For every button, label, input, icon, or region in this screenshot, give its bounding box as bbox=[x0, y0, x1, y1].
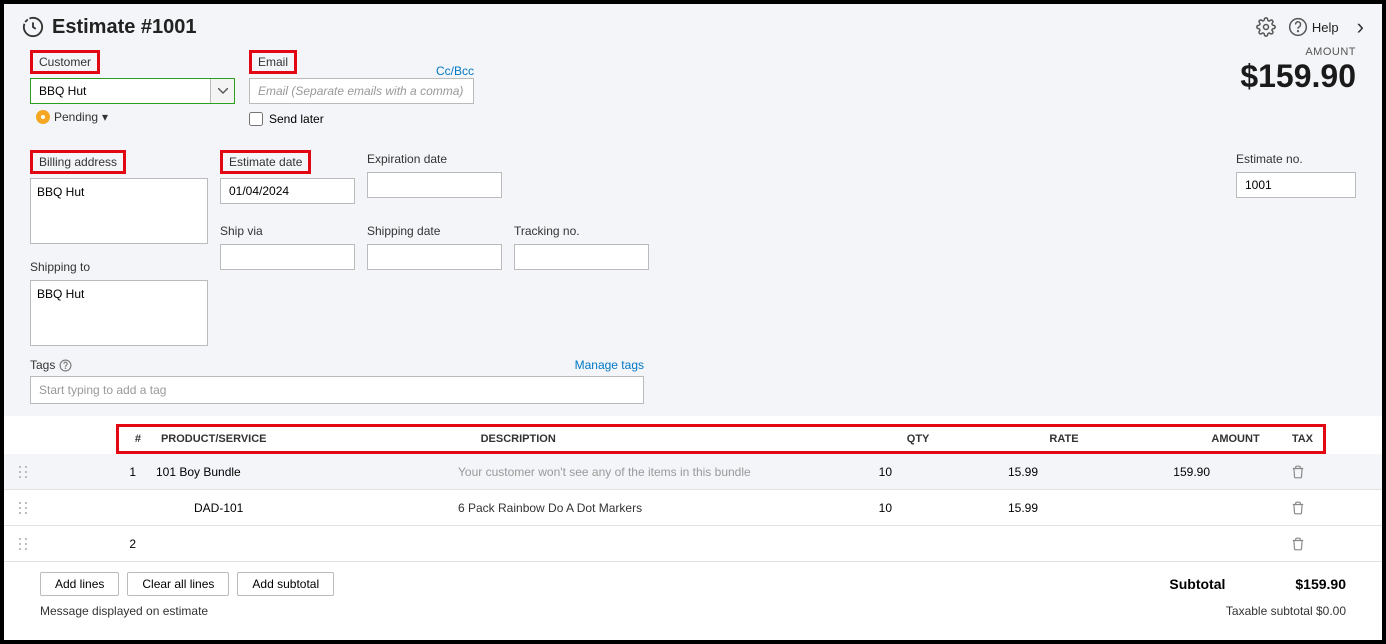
clear-all-lines-button[interactable]: Clear all lines bbox=[127, 572, 229, 596]
gear-icon bbox=[1256, 17, 1276, 37]
help-label: Help bbox=[1312, 20, 1339, 35]
delete-row-button[interactable] bbox=[1278, 465, 1318, 479]
caret-down-icon: ▾ bbox=[102, 110, 108, 124]
drag-handle[interactable] bbox=[4, 465, 42, 479]
shipping-date-label: Shipping date bbox=[367, 222, 502, 240]
tags-input[interactable] bbox=[30, 376, 644, 404]
tracking-no-input[interactable] bbox=[514, 244, 649, 270]
taxable-label: Taxable subtotal bbox=[1226, 604, 1313, 618]
customer-label: Customer bbox=[30, 50, 100, 74]
manage-tags-link[interactable]: Manage tags bbox=[575, 358, 644, 372]
shipping-to-input[interactable] bbox=[30, 280, 208, 346]
delete-row-button[interactable] bbox=[1278, 501, 1318, 515]
message-label: Message displayed on estimate bbox=[40, 604, 208, 618]
email-label: Email bbox=[249, 50, 297, 74]
row-num: 1 bbox=[42, 465, 148, 479]
shipping-date-input[interactable] bbox=[367, 244, 502, 270]
send-later-checkbox[interactable] bbox=[249, 112, 263, 126]
subtotal-label: Subtotal bbox=[1169, 576, 1225, 592]
send-later-label: Send later bbox=[269, 112, 324, 126]
amount-value: $159.90 bbox=[1240, 58, 1356, 95]
amount-label: AMOUNT bbox=[1240, 46, 1356, 58]
col-rate: RATE bbox=[939, 427, 1088, 451]
row-product[interactable]: DAD-101 bbox=[148, 501, 458, 515]
question-icon bbox=[1288, 17, 1308, 37]
help-button[interactable]: Help bbox=[1288, 17, 1339, 37]
col-product: PRODUCT/SERVICE bbox=[151, 427, 471, 451]
add-lines-button[interactable]: Add lines bbox=[40, 572, 119, 596]
chevron-right-icon[interactable]: › bbox=[1357, 14, 1364, 40]
col-num: # bbox=[119, 427, 151, 451]
estimate-no-input[interactable] bbox=[1236, 172, 1356, 198]
ship-via-input[interactable] bbox=[220, 244, 355, 270]
table-row[interactable]: 1101 Boy BundleYour customer won't see a… bbox=[4, 454, 1382, 490]
help-icon[interactable] bbox=[59, 359, 72, 372]
col-description: DESCRIPTION bbox=[471, 427, 791, 451]
row-rate[interactable]: 15.99 bbox=[904, 465, 1050, 479]
expiration-date-label: Expiration date bbox=[367, 150, 502, 168]
row-amount: 159.90 bbox=[1050, 465, 1222, 479]
chevron-down-icon bbox=[218, 88, 228, 94]
status-badge[interactable]: Pending ▾ bbox=[36, 110, 108, 124]
row-qty[interactable]: 10 bbox=[764, 501, 904, 515]
ccbcc-link[interactable]: Cc/Bcc bbox=[436, 64, 474, 78]
customer-dropdown-button[interactable] bbox=[210, 79, 234, 103]
row-rate[interactable]: 15.99 bbox=[904, 501, 1050, 515]
customer-input[interactable] bbox=[31, 79, 210, 103]
billing-label: Billing address bbox=[30, 150, 126, 174]
estimate-date-label: Estimate date bbox=[220, 150, 311, 174]
email-input[interactable] bbox=[249, 78, 474, 104]
status-label: Pending bbox=[54, 110, 98, 124]
ship-via-label: Ship via bbox=[220, 222, 355, 240]
tags-label: Tags bbox=[30, 358, 55, 372]
history-icon[interactable] bbox=[22, 16, 44, 38]
settings-button[interactable] bbox=[1256, 17, 1276, 37]
add-subtotal-button[interactable]: Add subtotal bbox=[237, 572, 334, 596]
estimate-date-input[interactable] bbox=[220, 178, 355, 204]
row-qty[interactable]: 10 bbox=[764, 465, 904, 479]
col-qty: QTY bbox=[790, 427, 939, 451]
drag-handle[interactable] bbox=[4, 501, 42, 515]
drag-handle[interactable] bbox=[4, 537, 42, 551]
tracking-no-label: Tracking no. bbox=[514, 222, 649, 240]
taxable-value: $0.00 bbox=[1316, 604, 1346, 618]
subtotal-value: $159.90 bbox=[1295, 576, 1346, 592]
col-amount: AMOUNT bbox=[1089, 427, 1270, 451]
estimate-no-label: Estimate no. bbox=[1236, 150, 1356, 168]
row-description[interactable]: 6 Pack Rainbow Do A Dot Markers bbox=[458, 501, 764, 515]
row-description[interactable]: Your customer won't see any of the items… bbox=[458, 465, 764, 479]
expiration-date-input[interactable] bbox=[367, 172, 502, 198]
delete-row-button[interactable] bbox=[1278, 537, 1318, 551]
row-product[interactable]: 101 Boy Bundle bbox=[148, 465, 458, 479]
pending-icon bbox=[36, 110, 50, 124]
shipping-to-label: Shipping to bbox=[30, 258, 220, 276]
page-title: Estimate #1001 bbox=[52, 16, 197, 39]
col-tax: TAX bbox=[1270, 427, 1323, 451]
table-row[interactable]: 2 bbox=[4, 526, 1382, 562]
billing-address-input[interactable] bbox=[30, 178, 208, 244]
table-row[interactable]: DAD-1016 Pack Rainbow Do A Dot Markers10… bbox=[4, 490, 1382, 526]
row-num: 2 bbox=[42, 537, 148, 551]
